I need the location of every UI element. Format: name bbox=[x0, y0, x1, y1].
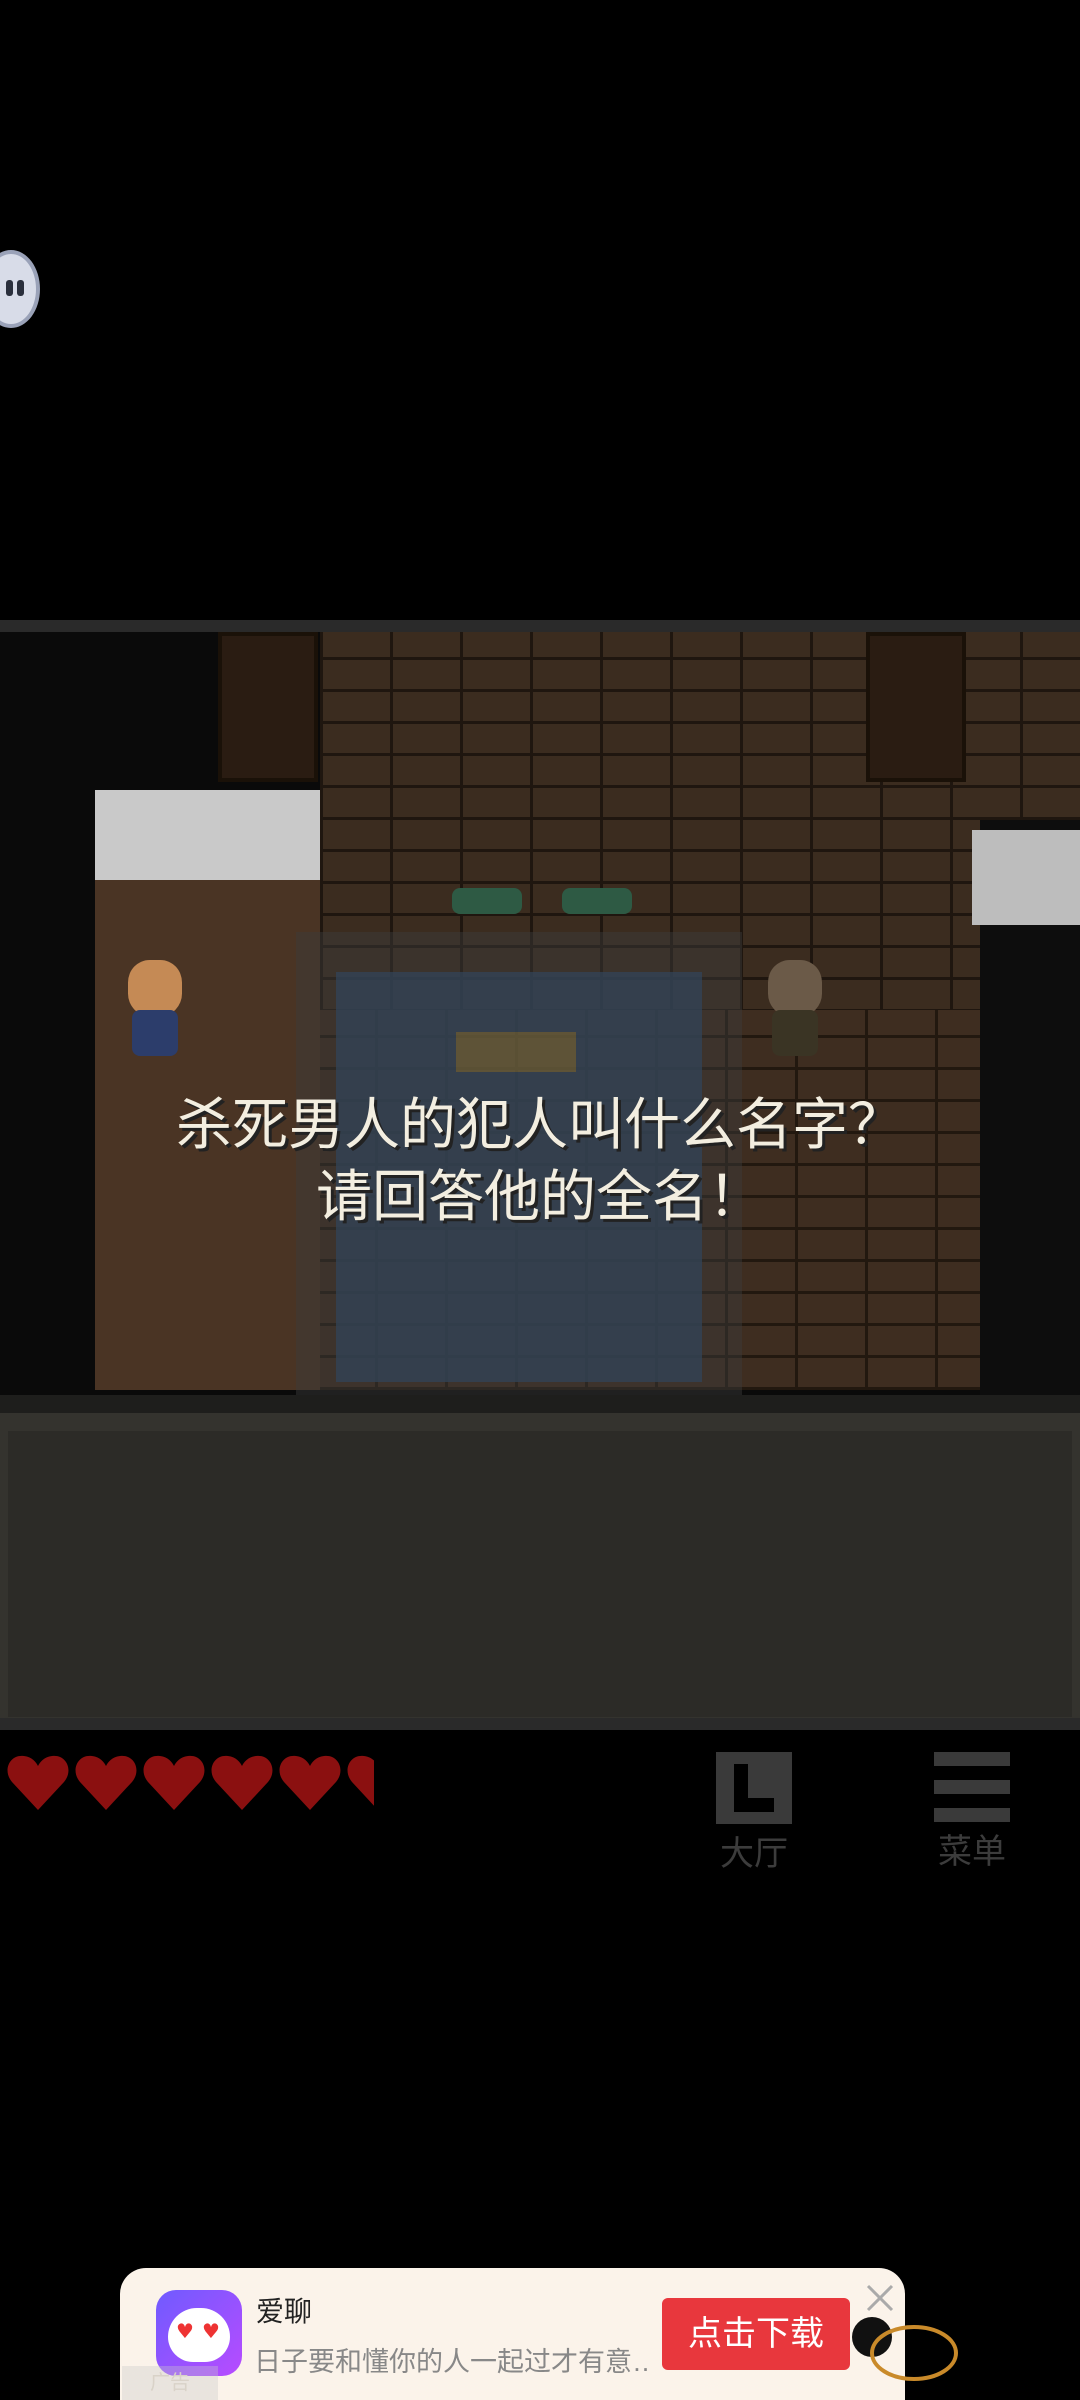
heart-icon bbox=[7, 1755, 69, 1810]
character-man bbox=[760, 960, 830, 1060]
lamp bbox=[562, 888, 632, 914]
hall-button[interactable]: 大厅 bbox=[712, 1752, 796, 1875]
ground-inner bbox=[8, 1431, 1072, 1717]
door-left bbox=[218, 632, 318, 782]
ad-banner[interactable]: ♥ ♥ 爱聊 日子要和懂你的人一起过才有意… 点击下载 广告 bbox=[120, 2268, 905, 2400]
character-body bbox=[772, 1010, 818, 1056]
menu-button[interactable]: 菜单 bbox=[930, 1752, 1014, 1873]
hall-icon bbox=[716, 1752, 792, 1824]
door-right bbox=[866, 632, 966, 782]
dialog-line-1: 杀死男人的犯人叫什么名字？ bbox=[176, 1093, 904, 1158]
lamp bbox=[452, 888, 522, 914]
ground-panel bbox=[0, 1395, 1080, 1725]
close-icon[interactable] bbox=[860, 2278, 900, 2318]
ad-description: 日子要和懂你的人一起过才有意… bbox=[254, 2347, 649, 2377]
scene-border-top bbox=[0, 620, 1080, 632]
counter bbox=[95, 790, 320, 880]
app-cat-icon: ♥ ♥ bbox=[156, 2290, 242, 2376]
lasso-badge-icon[interactable] bbox=[852, 2315, 962, 2385]
dialog-text: 杀死男人的犯人叫什么名字？ 请回答他的全名！ bbox=[0, 1090, 1080, 1234]
assistant-eye bbox=[6, 280, 13, 296]
cat-face: ♥ ♥ bbox=[168, 2308, 230, 2362]
heart-icon bbox=[347, 1755, 374, 1806]
hall-label: 大厅 bbox=[720, 1835, 788, 1873]
health-hearts bbox=[6, 1752, 374, 1814]
menu-label: 菜单 bbox=[938, 1833, 1006, 1871]
character-body bbox=[132, 1010, 178, 1056]
scene-border-bottom bbox=[0, 1718, 1080, 1730]
character-head bbox=[128, 960, 182, 1016]
assistant-eye bbox=[17, 280, 24, 296]
ad-app-name: 爱聊 bbox=[256, 2296, 313, 2327]
heart-icon bbox=[75, 1755, 137, 1810]
download-button[interactable]: 点击下载 bbox=[662, 2298, 850, 2370]
character-head bbox=[768, 960, 822, 1016]
menu-icon bbox=[934, 1752, 1010, 1822]
window bbox=[972, 830, 1080, 925]
heart-icon bbox=[279, 1755, 341, 1810]
character-girl bbox=[120, 960, 190, 1060]
dialog-line-2: 请回答他的全名！ bbox=[316, 1165, 764, 1230]
floating-assistant-icon[interactable] bbox=[0, 250, 40, 328]
ad-tag: 广告 bbox=[122, 2366, 218, 2400]
heart-icon bbox=[211, 1755, 273, 1810]
heart-icon bbox=[143, 1755, 205, 1810]
